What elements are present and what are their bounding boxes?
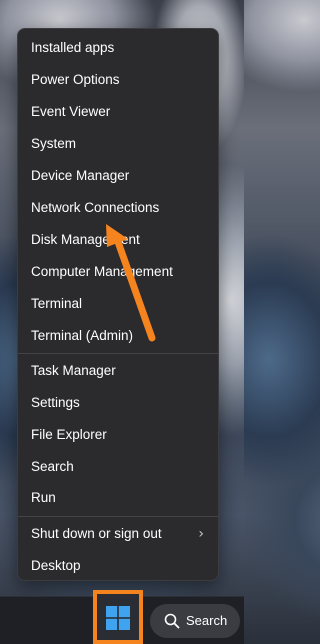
menu-item-search[interactable]: Search [18, 452, 218, 482]
menu-item-computer-management[interactable]: Computer Management [18, 257, 218, 287]
taskbar-search-box[interactable]: Search [150, 604, 240, 638]
windows-logo-icon [106, 606, 130, 630]
search-icon [164, 613, 180, 629]
menu-item-disk-management[interactable]: Disk Management [18, 225, 218, 255]
menu-item-label: Shut down or sign out [31, 526, 162, 541]
menu-item-run[interactable]: Run [18, 483, 218, 513]
menu-item-terminal[interactable]: Terminal [18, 289, 218, 319]
winx-context-menu: Installed apps Power Options Event Viewe… [17, 28, 219, 581]
menu-separator [18, 353, 218, 354]
menu-item-shut-down-or-sign-out[interactable]: Shut down or sign out › [18, 519, 218, 549]
menu-item-device-manager[interactable]: Device Manager [18, 161, 218, 191]
menu-item-desktop[interactable]: Desktop [18, 551, 218, 581]
menu-item-network-connections[interactable]: Network Connections [18, 193, 218, 223]
menu-separator [18, 516, 218, 517]
menu-item-system[interactable]: System [18, 129, 218, 159]
menu-item-installed-apps[interactable]: Installed apps [18, 33, 218, 63]
menu-item-terminal-admin[interactable]: Terminal (Admin) [18, 321, 218, 351]
menu-item-settings[interactable]: Settings [18, 388, 218, 418]
menu-item-file-explorer[interactable]: File Explorer [18, 420, 218, 450]
chevron-right-icon: › [198, 526, 204, 542]
menu-item-event-viewer[interactable]: Event Viewer [18, 97, 218, 127]
search-label: Search [186, 613, 228, 628]
start-button[interactable] [97, 594, 139, 640]
menu-item-power-options[interactable]: Power Options [18, 65, 218, 95]
menu-item-task-manager[interactable]: Task Manager [18, 356, 218, 386]
